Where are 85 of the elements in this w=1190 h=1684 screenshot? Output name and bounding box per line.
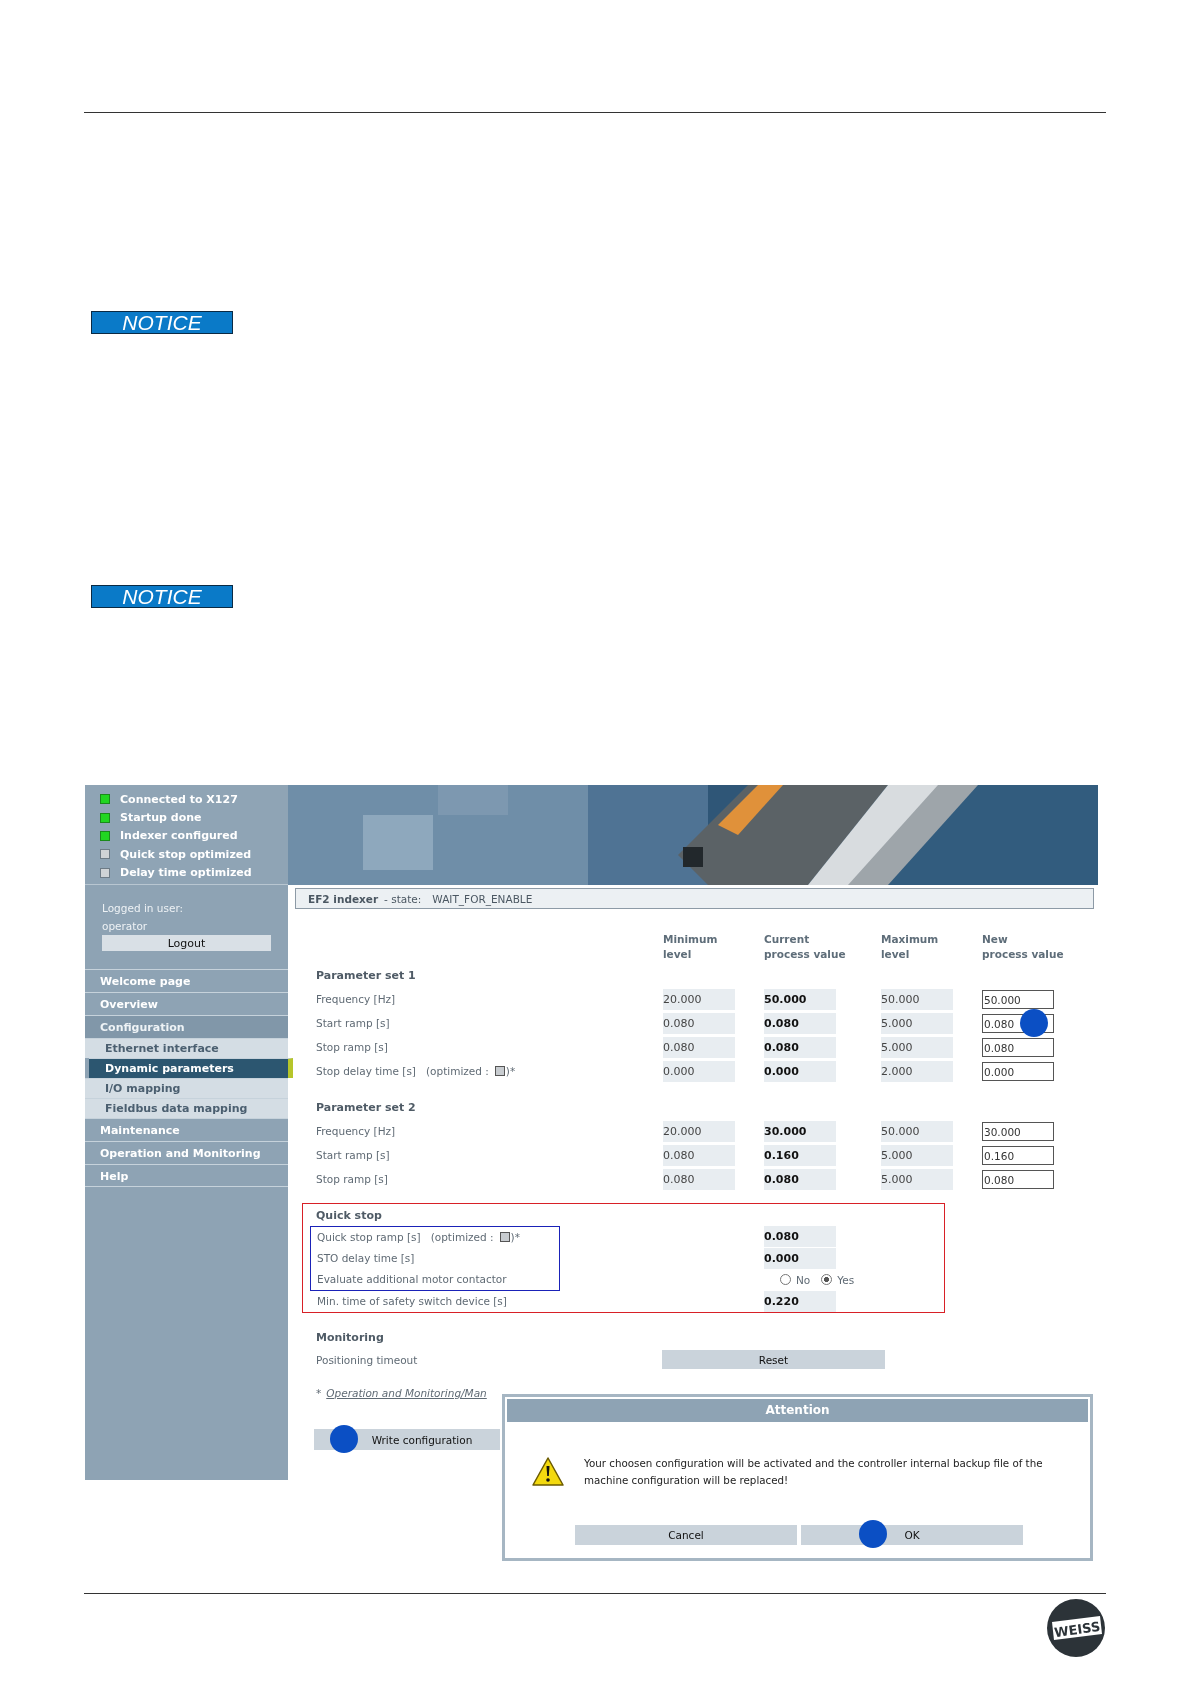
dialog-title: Attention	[507, 1399, 1088, 1422]
login-label: Logged in user:	[102, 901, 185, 916]
nav-item[interactable]: Ethernet interface	[85, 1038, 288, 1058]
optimized-label: (optimized :	[430, 1231, 494, 1244]
logout-button[interactable]: Logout	[102, 935, 271, 951]
current-value: 50.000	[764, 988, 836, 1010]
new-value-field[interactable]: 30.000	[982, 1122, 1054, 1142]
column-header: Maximum level	[881, 932, 940, 962]
minimum-value: 20.000	[663, 988, 735, 1010]
column-header: Current process value	[764, 932, 847, 962]
status-label: Connected to X127	[120, 792, 238, 806]
current-value: 0.080	[764, 1036, 836, 1058]
nav-item[interactable]: Fieldbus data mapping	[85, 1098, 288, 1118]
new-value-field[interactable]: 0.160	[982, 1146, 1054, 1166]
maximum-value: 5.000	[881, 1168, 953, 1190]
parameter-label: Stop delay time [s]	[316, 1065, 416, 1077]
maximum-value: 5.000	[881, 1036, 953, 1058]
maximum-value: 5.000	[881, 1012, 953, 1034]
state-value: WAIT_FOR_ENABLE	[432, 892, 533, 905]
minimum-value: 0.080	[663, 1144, 735, 1166]
parameter-label: Frequency [Hz]	[316, 993, 396, 1005]
minimum-value: 0.080	[663, 1036, 735, 1058]
new-value-field[interactable]: 0.080	[982, 1170, 1054, 1190]
user-name: operator	[102, 919, 149, 934]
callout-dot	[330, 1424, 358, 1453]
device-name: EF2 indexer	[308, 892, 379, 905]
parameter-label: Stop ramp [s]	[316, 1041, 388, 1053]
maximum-value: 50.000	[881, 988, 953, 1010]
status-label: Indexer configured	[120, 829, 238, 843]
parameter-label: Evaluate additional motor contactor	[317, 1273, 507, 1286]
column-header: Minimum level	[663, 932, 719, 962]
footnote-mark: )*	[505, 1065, 516, 1077]
current-value: 30.000	[764, 1120, 836, 1142]
nav-item[interactable]: I/O mapping	[85, 1078, 288, 1098]
radio-label: No	[796, 1273, 811, 1286]
section-title: Parameter set 2	[316, 1100, 417, 1116]
parameter-label: Start ramp [s]	[316, 1149, 390, 1161]
current-value: 0.220	[764, 1290, 836, 1312]
new-value-field[interactable]: 50.000	[982, 990, 1054, 1010]
current-value: 0.080	[764, 1168, 836, 1190]
current-value: 0.160	[764, 1144, 836, 1166]
maximum-value: 2.000	[881, 1060, 953, 1082]
optimized-label: (optimized :	[425, 1065, 489, 1077]
dialog-message: Your choosen configuration will be activated and the controller internal backup file of the machine configuration will be replaced!	[584, 1456, 1044, 1488]
logo: WEISS	[1046, 1598, 1106, 1658]
new-value-field[interactable]: 0.080	[982, 1038, 1054, 1058]
status-label: Startup done	[120, 811, 202, 825]
footnote-link[interactable]: Operation and Monitoring/Man	[326, 1386, 487, 1399]
status-label: Quick stop optimized	[120, 847, 252, 861]
radio-button[interactable]	[780, 1274, 791, 1286]
notice-label: NOTICE	[91, 311, 233, 334]
parameter-label: Stop ramp [s]	[316, 1173, 388, 1185]
footnote-mark: )*	[510, 1231, 520, 1244]
nav-item[interactable]: Dynamic parameters	[89, 1058, 293, 1078]
notice-label: NOTICE	[91, 585, 233, 608]
column-header: New process value	[982, 932, 1065, 962]
section-title: Parameter set 1	[316, 968, 417, 984]
state-label: - state:	[384, 892, 422, 905]
minimum-value: 0.080	[663, 1012, 735, 1034]
dialog-button[interactable]: Cancel	[575, 1525, 797, 1545]
warning-icon	[532, 1457, 564, 1487]
current-value: 0.000	[764, 1060, 836, 1082]
maximum-value: 5.000	[881, 1144, 953, 1166]
section-title: Monitoring	[316, 1330, 385, 1346]
parameter-label: Quick stop ramp [s]	[317, 1231, 421, 1244]
radio-label: Yes	[837, 1273, 855, 1286]
minimum-value: 20.000	[663, 1120, 735, 1142]
parameter-label: Positioning timeout	[316, 1353, 419, 1366]
parameter-label: Frequency [Hz]	[316, 1125, 396, 1137]
minimum-value: 0.080	[663, 1168, 735, 1190]
new-value-field[interactable]: 0.000	[982, 1062, 1054, 1082]
reset-button[interactable]: Reset	[662, 1350, 885, 1370]
status-label: Delay time optimized	[120, 866, 252, 880]
parameter-label: Min. time of safety switch device [s]	[317, 1295, 507, 1308]
section-title: Quick stop	[316, 1208, 383, 1224]
parameter-label: STO delay time [s]	[317, 1252, 415, 1265]
current-value: 0.000	[764, 1247, 836, 1269]
maximum-value: 50.000	[881, 1120, 953, 1142]
parameter-label: Start ramp [s]	[316, 1017, 390, 1029]
radio-button[interactable]	[821, 1274, 833, 1286]
current-value: 0.080	[764, 1012, 836, 1034]
minimum-value: 0.000	[663, 1060, 735, 1082]
footnote-mark: *	[316, 1386, 322, 1399]
callout-dot	[859, 1520, 887, 1548]
current-value: 0.080	[764, 1226, 836, 1248]
